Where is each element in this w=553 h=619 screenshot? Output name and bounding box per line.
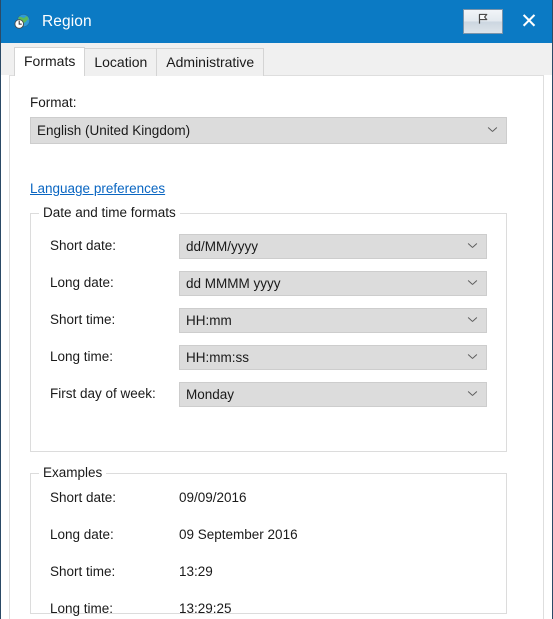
example-short-time-label: Short time: — [50, 564, 116, 579]
first-day-of-week-combobox-value: Monday — [186, 387, 235, 402]
date-time-formats-legend: Date and time formats — [39, 205, 180, 220]
window-title: Region — [42, 12, 92, 30]
tab-administrative[interactable]: Administrative — [156, 48, 265, 76]
long-date-label: Long date: — [50, 275, 114, 290]
close-icon: ✕ — [520, 10, 538, 33]
example-long-date-value: 09 September 2016 — [179, 527, 298, 542]
example-long-time-label: Long time: — [50, 601, 114, 616]
examples-group: Examples Short date: 09/09/2016 Long dat… — [30, 465, 507, 616]
chevron-down-icon — [468, 278, 477, 287]
formats-tab-panel: Format: English (United Kingdom) Languag… — [9, 75, 544, 619]
date-time-formats-group: Date and time formats Short date: dd/MM/… — [30, 205, 507, 452]
first-day-of-week-label: First day of week: — [50, 386, 156, 401]
long-time-combobox[interactable]: HH:mm:ss — [179, 345, 487, 370]
long-date-combobox[interactable]: dd MMMM yyyy — [179, 271, 487, 296]
format-combobox-value: English (United Kingdom) — [37, 123, 191, 138]
tab-formats[interactable]: Formats — [14, 47, 86, 76]
long-date-combobox-value: dd MMMM yyyy — [186, 276, 281, 291]
short-time-label: Short time: — [50, 312, 116, 327]
region-dialog-window: Region ✕ Formats Location Administrative — [0, 0, 553, 619]
tab-strip: Formats Location Administrative — [14, 47, 265, 76]
first-day-of-week-combobox[interactable]: Monday — [179, 382, 487, 407]
short-time-combobox-value: HH:mm — [186, 313, 232, 328]
tab-location-label: Location — [94, 54, 148, 70]
format-combobox[interactable]: English (United Kingdom) — [30, 117, 507, 144]
chevron-down-icon — [468, 389, 477, 398]
example-long-date-label: Long date: — [50, 527, 114, 542]
title-bar: Region ✕ — [1, 0, 552, 43]
pointer-flag-button[interactable] — [463, 9, 503, 34]
chevron-down-icon — [468, 352, 477, 361]
language-preferences-link[interactable]: Language preferences — [30, 181, 165, 196]
long-time-label: Long time: — [50, 349, 114, 364]
example-short-date-value: 09/09/2016 — [179, 490, 247, 505]
format-label: Format: — [30, 95, 77, 110]
tab-formats-label: Formats — [24, 53, 76, 69]
chevron-down-icon — [468, 241, 477, 250]
short-date-combobox[interactable]: dd/MM/yyyy — [179, 234, 487, 259]
example-short-time-value: 13:29 — [179, 564, 213, 579]
pointer-flag-icon — [475, 11, 491, 32]
tab-location[interactable]: Location — [84, 48, 158, 76]
region-globe-clock-icon — [14, 13, 31, 30]
short-time-combobox[interactable]: HH:mm — [179, 308, 487, 333]
example-short-date-label: Short date: — [50, 490, 117, 505]
chevron-down-icon — [488, 125, 497, 134]
short-date-combobox-value: dd/MM/yyyy — [186, 239, 259, 254]
chevron-down-icon — [468, 315, 477, 324]
short-date-label: Short date: — [50, 238, 117, 253]
tab-administrative-label: Administrative — [166, 54, 255, 70]
long-time-combobox-value: HH:mm:ss — [186, 350, 249, 365]
example-long-time-value: 13:29:25 — [179, 601, 232, 616]
examples-legend: Examples — [39, 465, 107, 480]
close-button[interactable]: ✕ — [506, 0, 552, 43]
